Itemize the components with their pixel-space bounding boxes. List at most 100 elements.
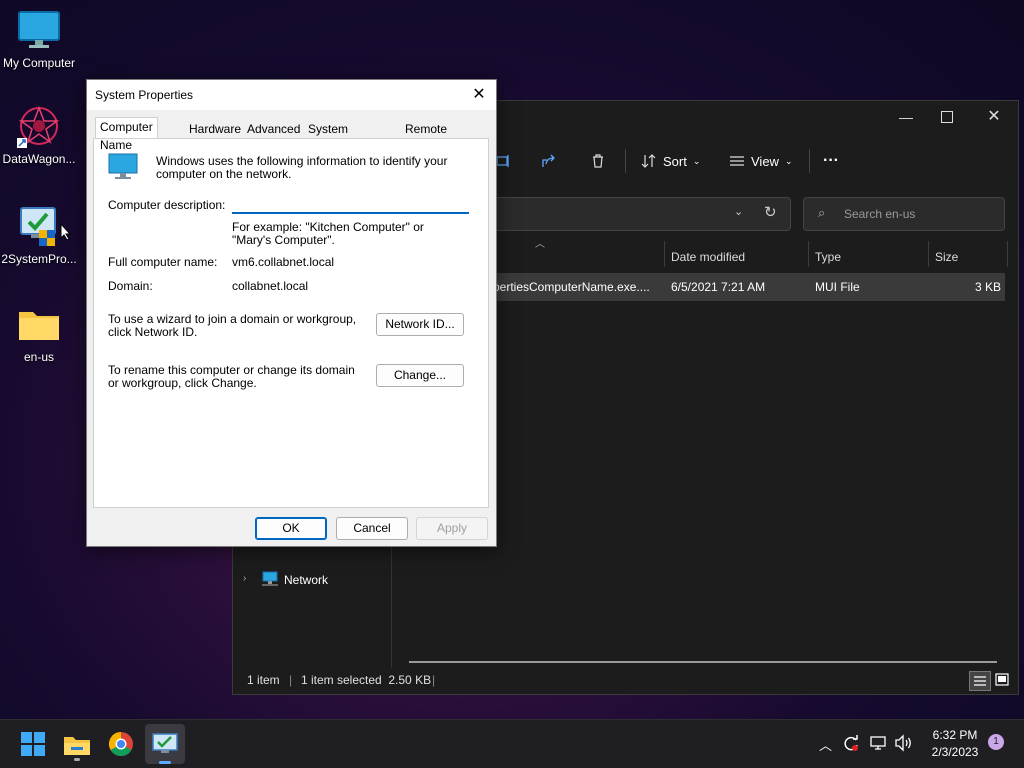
refresh-icon[interactable]: ↻ (764, 203, 777, 221)
sort-icon (641, 154, 656, 168)
full-name-value: vm6.collabnet.local (232, 255, 335, 269)
folder-icon (64, 737, 90, 755)
toolbar-divider (809, 149, 810, 173)
column-type[interactable]: Type (815, 245, 841, 269)
mouse-cursor-icon (60, 222, 72, 244)
delete-button[interactable] (590, 149, 606, 173)
show-hidden-icons-chevron-icon[interactable]: ︿ (819, 735, 832, 754)
horizontal-scrollbar[interactable] (409, 661, 997, 663)
windows-logo-icon (21, 732, 45, 756)
search-icon: ⌕ (818, 205, 826, 220)
change-button[interactable]: Change... (376, 364, 464, 387)
file-date: 6/5/2021 7:21 AM (671, 280, 766, 294)
tab-system-protection[interactable]: System Protection (303, 119, 367, 154)
share-icon (542, 154, 555, 167)
sort-up-icon: ︿ (535, 239, 545, 250)
maximize-icon[interactable] (941, 111, 953, 123)
status-selected: 1 item selected 2.50 KB (301, 673, 432, 687)
status-separator: | (289, 673, 293, 687)
share-button[interactable] (541, 149, 557, 173)
change-text: To rename this computer or change its do… (108, 363, 355, 390)
sort-label: Sort (663, 153, 687, 169)
desktop-icon-label: 2SystemPro... (1, 252, 77, 266)
running-indicator (74, 758, 80, 761)
view-label: View (751, 153, 779, 169)
clock-date[interactable]: 2/3/2023 (922, 745, 988, 759)
column-separator (928, 241, 929, 267)
volume-icon[interactable] (894, 734, 914, 755)
view-button[interactable]: View ⌄ (729, 149, 793, 173)
tab-computer-name[interactable]: Computer Name (95, 117, 158, 152)
desktop-icon-datawagon[interactable]: DataWagon... (0, 104, 78, 166)
toolbar-divider (625, 149, 626, 173)
sort-button[interactable]: Sort ⌄ (641, 149, 700, 173)
more-icon: ··· (823, 152, 839, 169)
dialog-title: System Properties (95, 88, 194, 102)
nav-pane-divider (391, 546, 392, 668)
close-icon[interactable]: ✕ (985, 106, 1003, 125)
cancel-button[interactable]: Cancel (336, 517, 408, 540)
taskbar-chrome[interactable] (105, 728, 137, 760)
more-options-button[interactable]: ··· (823, 149, 839, 173)
status-separator: | (432, 673, 436, 687)
status-item-count: 1 item (247, 673, 280, 687)
rename-button[interactable] (495, 149, 511, 173)
dialog-titlebar[interactable]: System Properties ✕ (87, 80, 496, 110)
desktop-icon-label: en-us (23, 350, 55, 364)
desktop-icon-en-us[interactable]: en-us (0, 302, 78, 364)
nav-item-label: Network (284, 573, 329, 587)
system-properties-icon (17, 204, 61, 248)
address-dropdown-icon[interactable]: ⌄ (734, 205, 743, 218)
computer-description-input[interactable] (232, 193, 469, 214)
chrome-icon (108, 732, 133, 757)
computer-name-panel: Windows uses the following information t… (93, 138, 489, 508)
column-date-modified[interactable]: Date modified (671, 245, 745, 269)
network-status-icon[interactable] (870, 734, 888, 755)
column-size[interactable]: Size (935, 245, 958, 269)
description-label: Computer description: (108, 198, 226, 212)
column-separator (664, 241, 665, 267)
start-button[interactable] (17, 728, 49, 760)
taskbar-file-explorer[interactable] (61, 728, 93, 761)
tab-advanced[interactable]: Advanced (242, 119, 305, 139)
chevron-down-icon: ⌄ (692, 155, 701, 166)
datawagon-icon (17, 104, 61, 148)
clock-time[interactable]: 6:32 PM (922, 728, 988, 742)
domain-value: collabnet.local (232, 279, 309, 293)
view-icon (730, 156, 744, 166)
taskbar-system-properties[interactable] (145, 724, 185, 764)
trash-icon (593, 154, 603, 168)
ok-button[interactable]: OK (255, 517, 327, 540)
system-properties-icon (152, 733, 178, 753)
apply-button[interactable]: Apply (416, 517, 488, 540)
details-view-icon[interactable] (969, 671, 991, 691)
update-icon[interactable] (842, 734, 860, 755)
taskbar: ︿ 6:32 PM 2/3/2023 1 (0, 719, 1024, 768)
domain-label: Domain: (108, 279, 153, 293)
file-type: MUI File (815, 280, 860, 294)
network-id-button[interactable]: Network ID... (376, 313, 464, 336)
file-size: 3 KB (974, 280, 1001, 294)
notification-badge[interactable]: 1 (988, 734, 1004, 750)
file-name: pertiesComputerName.exe.... (493, 280, 650, 294)
minimize-icon[interactable]: — (895, 109, 917, 125)
nav-item-network[interactable]: › Network (243, 571, 383, 591)
rename-icon (496, 155, 509, 167)
tab-remote[interactable]: Remote (400, 119, 452, 139)
network-icon (262, 571, 278, 586)
desktop-icon-label: My Computer (2, 56, 76, 70)
desktop-icon-my-computer[interactable]: My Computer (0, 8, 78, 70)
network-id-text: To use a wizard to join a domain or work… (108, 312, 357, 339)
close-icon[interactable]: ✕ (468, 84, 490, 106)
search-box[interactable]: ⌕ Search en-us (803, 197, 1005, 231)
computer-monitor-icon (108, 153, 138, 184)
large-icons-view-icon[interactable] (993, 671, 1011, 689)
active-indicator (159, 761, 171, 764)
monitor-icon (17, 8, 61, 52)
tab-hardware[interactable]: Hardware (184, 119, 246, 139)
chevron-down-icon: ⌄ (784, 155, 793, 166)
system-properties-dialog: System Properties ✕ Computer Name Hardwa… (86, 79, 497, 547)
column-separator (808, 241, 809, 267)
search-placeholder: Search en-us (844, 207, 916, 221)
status-bar: 1 item | 1 item selected 2.50 KB | (233, 668, 1018, 694)
